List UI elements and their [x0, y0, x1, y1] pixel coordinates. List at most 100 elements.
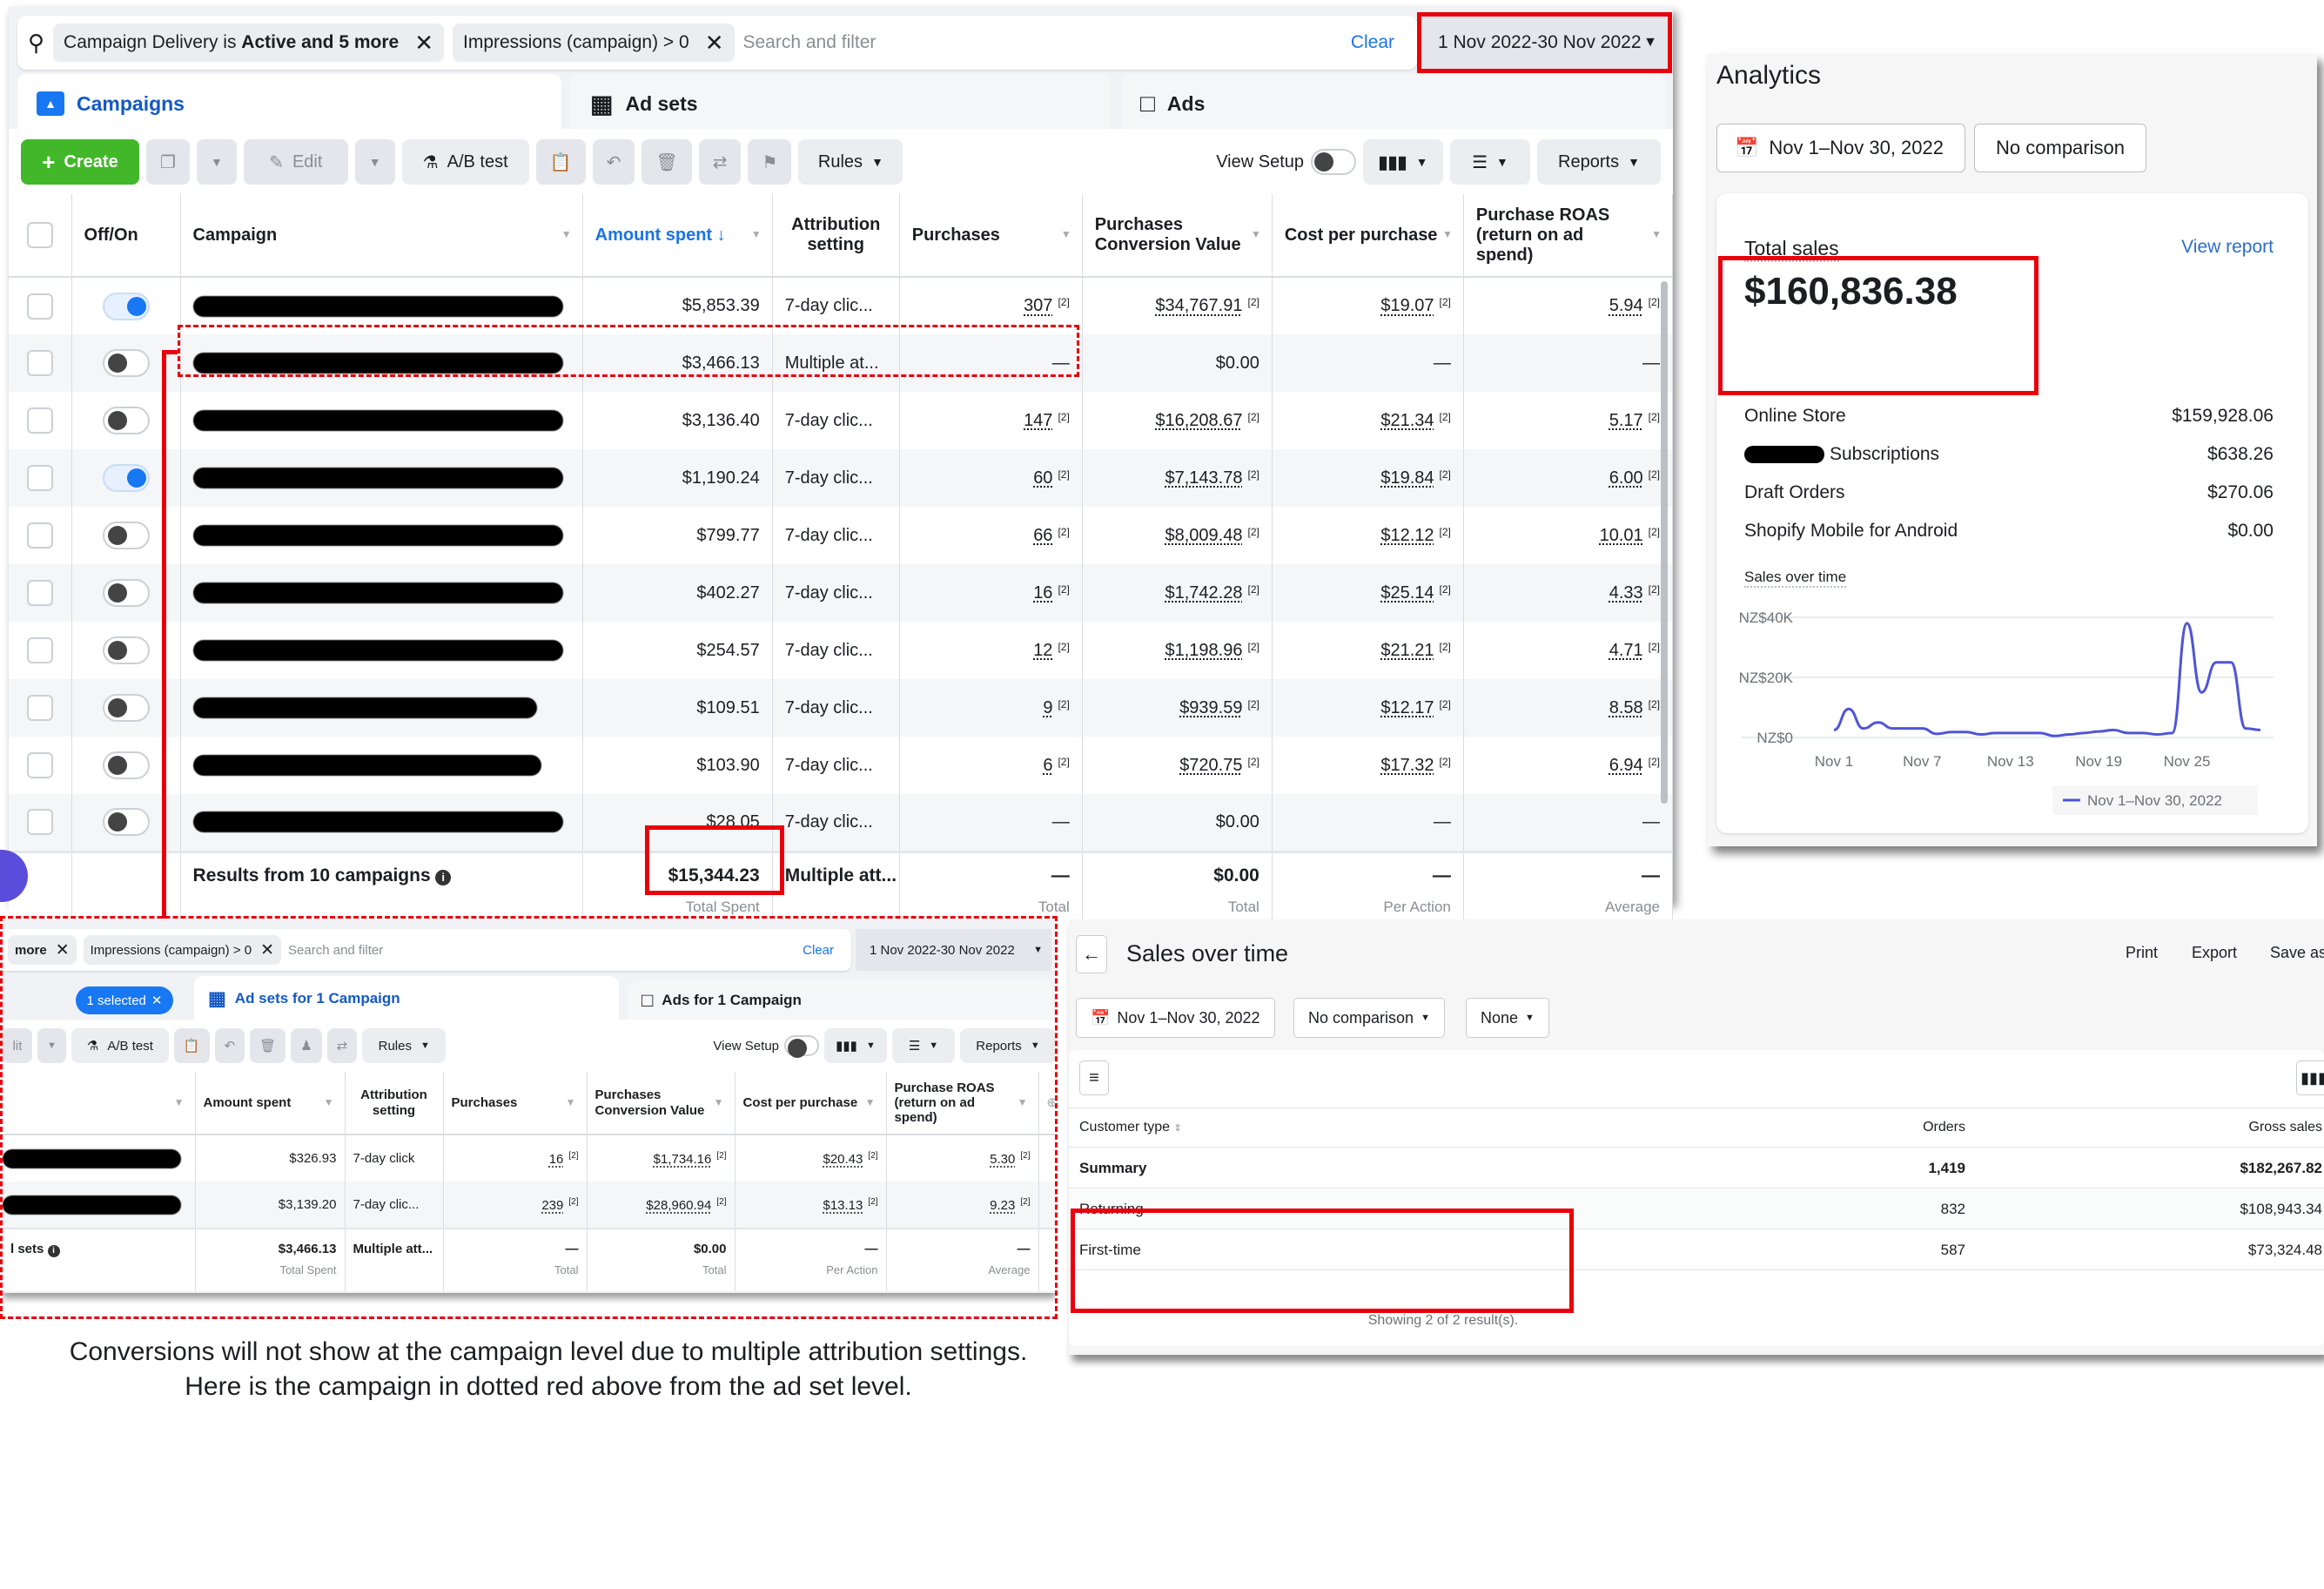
purchases-value[interactable]: 60 [1033, 468, 1052, 488]
purchases-value[interactable]: 9 [1043, 698, 1052, 717]
tab-ad-sets[interactable]: ▦ Ad sets [571, 74, 1111, 133]
edit-button[interactable]: lit [3, 1028, 32, 1063]
campaign-name-cell[interactable] [180, 564, 583, 622]
roas-value[interactable]: 6.00 [1609, 468, 1643, 488]
campaign-name-cell[interactable] [180, 507, 583, 564]
cost-per-purchase-value[interactable]: $19.84 [1380, 468, 1434, 488]
table-row[interactable]: $103.90 7-day clic... 6 [2] $720.75 [2] $17.32… [9, 737, 1674, 794]
campaign-on-off-toggle[interactable] [102, 579, 150, 607]
date-range-button[interactable]: 📅 Nov 1–Nov 30, 2022 [1076, 998, 1275, 1038]
column-header-roas[interactable]: Purchase ROAS (return on ad spend) ▼ [886, 1072, 1039, 1135]
breakdown-button[interactable]: ☰ ▼ [1450, 139, 1530, 185]
edit-button[interactable]: ✎ Edit [243, 139, 348, 185]
purchases-value[interactable]: 307 [1024, 296, 1052, 315]
column-header-purchases[interactable]: Purchases ▼ [899, 194, 1083, 277]
column-header-attribution[interactable]: Attribution setting [345, 1072, 444, 1135]
row-checkbox[interactable] [26, 809, 53, 836]
sort-caret-icon[interactable]: ▼ [1442, 228, 1453, 241]
reports-button[interactable]: Reports ▼ [960, 1028, 1055, 1063]
roas-value[interactable]: 5.30 [990, 1152, 1015, 1167]
cost-per-purchase-value[interactable]: $12.17 [1380, 698, 1434, 717]
cost-per-purchase-value[interactable]: $19.07 [1380, 296, 1434, 315]
tab-ads[interactable]: □ Ads [1121, 74, 1665, 133]
conversion-value-value[interactable]: $1,742.28 [1165, 583, 1243, 603]
info-icon[interactable]: i [47, 1245, 60, 1257]
conversion-value-value[interactable]: $1,198.96 [1165, 641, 1243, 660]
info-icon[interactable]: i [435, 869, 452, 885]
tab-adsets-for-campaign[interactable]: ▦ Ad sets for 1 Campaign [194, 976, 619, 1021]
campaign-name-cell[interactable] [180, 737, 583, 794]
edit-dropdown-button[interactable]: ▼ [354, 139, 395, 185]
purchases-value[interactable]: 6 [1043, 756, 1052, 775]
comparison-button[interactable]: No comparison [1974, 124, 2146, 172]
columns-button[interactable]: ▮▮▮ ▼ [824, 1028, 887, 1063]
row-checkbox[interactable] [26, 522, 53, 549]
campaign-on-off-toggle[interactable] [102, 636, 150, 664]
table-row[interactable]: $326.93 7-day click 16 [2] $1,734.16 [2] $20.4… [3, 1135, 1055, 1182]
search-input[interactable]: Search and filter [743, 32, 1342, 53]
table-row[interactable]: $3,136.40 7-day clic... 147 [2] $16,208.67 [2… [9, 392, 1674, 449]
clear-filters-link[interactable]: Clear [803, 943, 834, 958]
cost-per-purchase-value[interactable]: $21.21 [1380, 641, 1434, 660]
ab-test-button[interactable]: ⚗ A/B test [401, 139, 529, 185]
row-checkbox[interactable] [26, 407, 53, 434]
cost-per-purchase-value[interactable]: $13.13 [823, 1198, 863, 1213]
campaign-name-cell[interactable] [180, 449, 583, 507]
conversion-value-value[interactable]: $939.59 [1179, 698, 1242, 717]
roas-value[interactable]: 10.01 [1600, 526, 1643, 545]
adset-name-cell[interactable] [3, 1182, 196, 1229]
roas-value[interactable]: 8.58 [1609, 698, 1643, 717]
export-button[interactable]: Export [2192, 944, 2237, 962]
tag-button[interactable]: ⚑ [748, 139, 792, 185]
filter-chip-delivery[interactable]: Campaign Delivery is Active and 5 more ✕ [53, 24, 444, 62]
adset-name-cell[interactable] [3, 1135, 196, 1182]
back-button[interactable]: ← [1076, 935, 1107, 973]
filter-chip-impressions[interactable]: Impressions (campaign) > 0 ✕ [453, 24, 735, 62]
preview-button[interactable]: ⇄ [698, 139, 742, 185]
sort-caret-icon[interactable]: ▼ [561, 228, 572, 241]
table-row[interactable]: $3,139.20 7-day clic... 239 [2] $28,960.94 [2… [3, 1182, 1055, 1229]
campaign-on-off-toggle[interactable] [102, 464, 150, 492]
search-input[interactable]: Search and filter [288, 943, 796, 958]
sort-caret-icon[interactable]: ▼ [751, 228, 762, 241]
save-as-button[interactable]: Save as [2270, 944, 2324, 962]
table-row[interactable]: $28.05 7-day clic... — $0.00 — — [9, 794, 1674, 852]
row-checkbox[interactable] [26, 350, 53, 376]
conversion-value-value[interactable]: $28,960.94 [646, 1198, 711, 1213]
column-header-roas[interactable]: Purchase ROAS (return on ad spend) ▼ [1463, 194, 1674, 277]
campaign-on-off-toggle[interactable] [102, 751, 150, 779]
conversion-value-value[interactable]: $34,767.91 [1155, 296, 1242, 315]
sort-caret-icon[interactable]: ▼ [714, 1096, 724, 1109]
column-header-cost-per-purchase[interactable]: Cost per purchase ▼ [735, 1072, 887, 1135]
campaign-name-cell[interactable] [180, 794, 583, 852]
date-range-picker[interactable]: 1 Nov 2022-30 Nov 2022 ▼ [856, 929, 1051, 971]
purchases-value[interactable]: 239 [541, 1198, 563, 1213]
view-setup-toggle[interactable] [784, 1035, 819, 1058]
sort-caret-icon[interactable]: ▼ [174, 1096, 185, 1109]
tab-ads-for-campaign[interactable]: □ Ads for 1 Campaign [628, 980, 1052, 1021]
filter-chip-delivery[interactable]: more ✕ [8, 935, 77, 965]
campaign-name-cell[interactable] [180, 392, 583, 449]
purchases-value[interactable]: 147 [1024, 411, 1052, 430]
roas-value[interactable]: 4.71 [1609, 641, 1643, 660]
row-checkbox[interactable] [26, 580, 53, 606]
remove-filter-icon[interactable]: ✕ [414, 30, 433, 57]
remove-filter-icon[interactable]: ✕ [705, 30, 724, 57]
roas-value[interactable]: 4.33 [1609, 583, 1643, 603]
columns-button[interactable]: ▮▮▮ ▼ [1363, 139, 1443, 185]
column-header-customer-type[interactable]: Customer type ⇕ [1079, 1120, 1182, 1135]
row-checkbox[interactable] [26, 293, 53, 320]
remove-filter-icon[interactable]: ✕ [260, 940, 274, 960]
column-header-amount-spent[interactable]: Amount spent ▼ [195, 1072, 346, 1135]
edit-dropdown-button[interactable]: ▼ [37, 1028, 66, 1063]
purchases-value[interactable]: 66 [1033, 526, 1052, 545]
column-header-adset[interactable]: ▼ [3, 1072, 196, 1135]
purchases-value[interactable]: 12 [1033, 641, 1052, 660]
sort-caret-icon[interactable]: ▼ [324, 1096, 334, 1109]
conversion-value-value[interactable]: $1,734.16 [654, 1152, 712, 1167]
table-row[interactable]: $109.51 7-day clic... 9 [2] $939.59 [2] $12.17… [9, 679, 1674, 737]
clear-filters-link[interactable]: Clear [1351, 32, 1394, 53]
sort-caret-icon[interactable]: ▼ [1018, 1096, 1028, 1109]
reports-button[interactable]: Reports ▼ [1537, 139, 1661, 185]
campaign-name-cell[interactable] [180, 622, 583, 679]
